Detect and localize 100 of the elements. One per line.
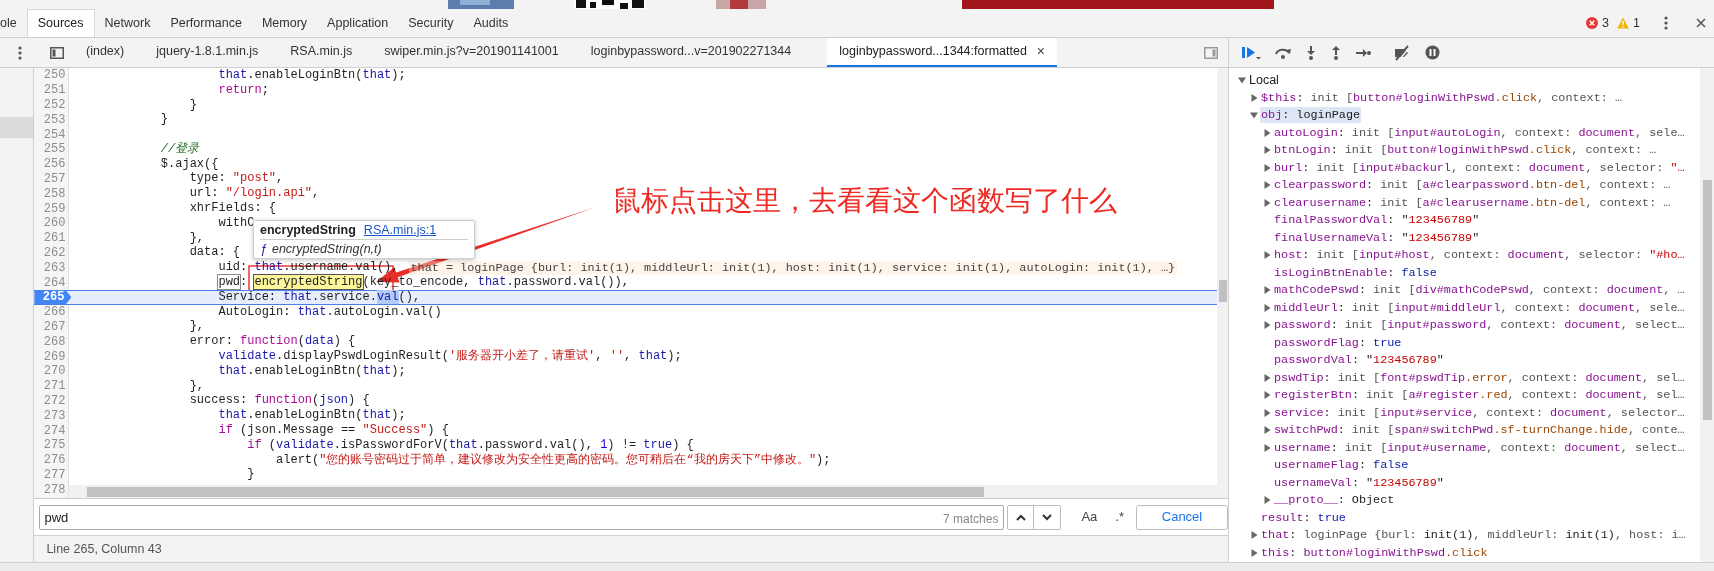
tab[interactable]: Application bbox=[317, 9, 399, 37]
horizontal-scrollbar[interactable] bbox=[69, 485, 1217, 498]
line-number: 278 bbox=[42, 481, 67, 498]
scope-entry[interactable]: middleUrl: init [input#middleUrl, context: document, sele… bbox=[1273, 299, 1686, 316]
more-options-icon[interactable] bbox=[1664, 16, 1668, 30]
scope-entry[interactable]: clearusername: init [a#clearusername.btn-del, context: … bbox=[1273, 194, 1672, 211]
collapsed-triangle-icon[interactable] bbox=[1263, 251, 1271, 260]
file-tab[interactable]: jquery-1.8.1.min.js bbox=[140, 38, 275, 67]
line-number: 257 bbox=[42, 171, 67, 188]
code-line: data: { bbox=[188, 245, 241, 261]
pause-on-exceptions-icon[interactable] bbox=[1425, 45, 1440, 60]
tab[interactable]: Sources bbox=[26, 9, 95, 37]
scope-entry[interactable]: __proto__: Object bbox=[1273, 492, 1396, 509]
close-icon[interactable] bbox=[1696, 18, 1706, 28]
more-options-icon[interactable] bbox=[18, 45, 22, 60]
tab[interactable]: Network bbox=[94, 9, 161, 37]
collapsed-triangle-icon[interactable] bbox=[1250, 531, 1258, 540]
scope-entry[interactable]: service: init [input#service, context: document, selector… bbox=[1273, 404, 1686, 421]
collapsed-triangle-icon[interactable] bbox=[1263, 146, 1271, 155]
collapsed-triangle-icon[interactable] bbox=[1263, 408, 1271, 417]
scope-entry[interactable]: password: init [input#password, context: document, select… bbox=[1273, 317, 1686, 334]
tab[interactable]: Memory bbox=[251, 9, 318, 37]
scope-entry[interactable]: pswdTip: init [font#pswdTip.error, context: document, sel… bbox=[1273, 369, 1686, 386]
code-line: Service: that.service.val(), bbox=[217, 289, 421, 305]
file-tab[interactable]: swiper.min.js?v=201901141001 bbox=[368, 38, 575, 67]
scope-entry[interactable]: passwordVal: "123456789" bbox=[1273, 352, 1445, 369]
tooltip-title: encryptedString bbox=[260, 221, 356, 239]
tab[interactable]: Performance bbox=[160, 9, 252, 37]
collapsed-triangle-icon[interactable] bbox=[1263, 426, 1271, 435]
scope-section-title[interactable]: Local bbox=[1249, 70, 1279, 90]
sidebar-toggle-icon[interactable] bbox=[1204, 46, 1218, 59]
scope-entry[interactable]: that: loginPage {burl: init(1), middleUrl: init(1), host: i… bbox=[1260, 527, 1687, 544]
file-tab[interactable]: loginbypassword...v=201902271344 bbox=[574, 38, 808, 67]
scrollbar-thumb[interactable] bbox=[1219, 280, 1227, 302]
line-number: 262 bbox=[42, 244, 67, 262]
scope-entry[interactable]: result: true bbox=[1260, 509, 1347, 526]
step-out-icon[interactable] bbox=[1330, 45, 1342, 60]
scope-entry[interactable]: usernameFlag: false bbox=[1273, 457, 1410, 474]
scope-entry[interactable]: usernameVal: "123456789" bbox=[1273, 474, 1445, 491]
line-number: 260 bbox=[42, 215, 67, 232]
line-number: 269 bbox=[42, 348, 67, 365]
collapsed-triangle-icon[interactable] bbox=[1263, 496, 1271, 505]
source-link[interactable]: RSA.min.js:1 bbox=[363, 220, 437, 240]
collapsed-triangle-icon[interactable] bbox=[1263, 128, 1271, 137]
tab[interactable]: Audits bbox=[463, 9, 519, 37]
scope-entry[interactable]: host: init [input#host, context: document, selector: "#ho… bbox=[1273, 247, 1686, 264]
step-into-icon[interactable] bbox=[1305, 45, 1317, 60]
line-number: 272 bbox=[42, 392, 67, 410]
line-number: 275 bbox=[42, 437, 67, 454]
line-number: 277 bbox=[42, 466, 67, 484]
vertical-scrollbar[interactable] bbox=[1217, 68, 1228, 498]
scope-entry[interactable]: clearpassword: init [a#clearpassword.btn-del, context: … bbox=[1273, 177, 1672, 194]
line-number: 261 bbox=[42, 230, 67, 247]
expanded-triangle-icon[interactable] bbox=[1238, 76, 1246, 85]
collapsed-triangle-icon[interactable] bbox=[1263, 443, 1271, 452]
scope-entry[interactable]: finalPasswordVal: "123456789" bbox=[1273, 212, 1481, 229]
tab[interactable]: Security bbox=[398, 9, 464, 37]
scope-entry[interactable]: autoLogin: init [input#autoLogin, context: document, sele… bbox=[1273, 124, 1686, 141]
tab[interactable]: ole bbox=[0, 9, 27, 37]
scope-entry[interactable]: username: init [input#username, context: document, select… bbox=[1273, 439, 1686, 456]
scrollbar-thumb[interactable] bbox=[87, 487, 985, 497]
file-tab[interactable]: loginbypassword...1344:formatted × bbox=[827, 38, 1058, 67]
line-number: 271 bbox=[42, 378, 67, 395]
scope-entry[interactable]: btnLogin: init [button#loginWithPswd.click, context: … bbox=[1273, 142, 1658, 159]
line-number: 256 bbox=[42, 156, 67, 173]
collapsed-triangle-icon[interactable] bbox=[1263, 321, 1271, 330]
collapsed-triangle-icon[interactable] bbox=[1263, 286, 1271, 295]
collapsed-triangle-icon[interactable] bbox=[1263, 391, 1271, 400]
line-number: 274 bbox=[42, 422, 67, 439]
collapsed-triangle-icon[interactable] bbox=[1263, 198, 1271, 207]
scope-entry[interactable]: isLoginBtnEnable: false bbox=[1273, 264, 1438, 281]
scope-entry[interactable]: obj: loginPage bbox=[1260, 107, 1362, 124]
collapsed-triangle-icon[interactable] bbox=[1263, 373, 1271, 382]
scope-entry[interactable]: registerBtn: init [a#register.red, context: document, sel… bbox=[1273, 387, 1686, 404]
file-tab[interactable]: (index) bbox=[70, 38, 141, 67]
collapsed-triangle-icon[interactable] bbox=[1263, 181, 1271, 190]
scope-entry[interactable]: $this: init [button#loginWithPswd.click, context: … bbox=[1260, 89, 1623, 106]
scope-entry[interactable]: switchPwd: init [span#switchPwd.sf-turnChange.hide, conte… bbox=[1273, 422, 1686, 439]
scrollbar-thumb[interactable] bbox=[1703, 180, 1712, 420]
file-tab[interactable]: RSA.min.js bbox=[274, 38, 369, 67]
collapsed-triangle-icon[interactable] bbox=[1250, 93, 1258, 102]
scope-entry[interactable]: passwordFlag: true bbox=[1273, 334, 1403, 351]
step-icon[interactable] bbox=[1355, 47, 1371, 58]
scope-entry[interactable]: burl: init [input#backurl, context: document, selector: "… bbox=[1273, 159, 1686, 176]
collapsed-triangle-icon[interactable] bbox=[1263, 303, 1271, 312]
line-number: 268 bbox=[42, 333, 67, 351]
scope-entry[interactable]: mathCodePswd: init [div#mathCodePswd, context: document, … bbox=[1273, 282, 1686, 299]
sidebar-toggle-icon[interactable] bbox=[50, 46, 64, 59]
vertical-scrollbar[interactable] bbox=[1700, 68, 1714, 562]
collapsed-triangle-icon[interactable] bbox=[1250, 548, 1258, 557]
expanded-triangle-icon[interactable] bbox=[1250, 111, 1258, 120]
scope-entry[interactable]: finalUsernameVal: "123456789" bbox=[1273, 229, 1481, 246]
cancel-button[interactable]: Cancel bbox=[1136, 504, 1228, 530]
deactivate-breakpoints-icon[interactable] bbox=[1392, 44, 1412, 61]
close-button[interactable]: × bbox=[1036, 41, 1046, 62]
scope-entry[interactable]: this: button#loginWithPswd.click bbox=[1260, 544, 1489, 561]
collapsed-triangle-icon[interactable] bbox=[1263, 163, 1271, 172]
regex-button[interactable]: .* bbox=[1111, 507, 1128, 527]
resume-icon[interactable] bbox=[1241, 44, 1261, 61]
match-case-button[interactable]: Aa bbox=[1075, 507, 1104, 527]
